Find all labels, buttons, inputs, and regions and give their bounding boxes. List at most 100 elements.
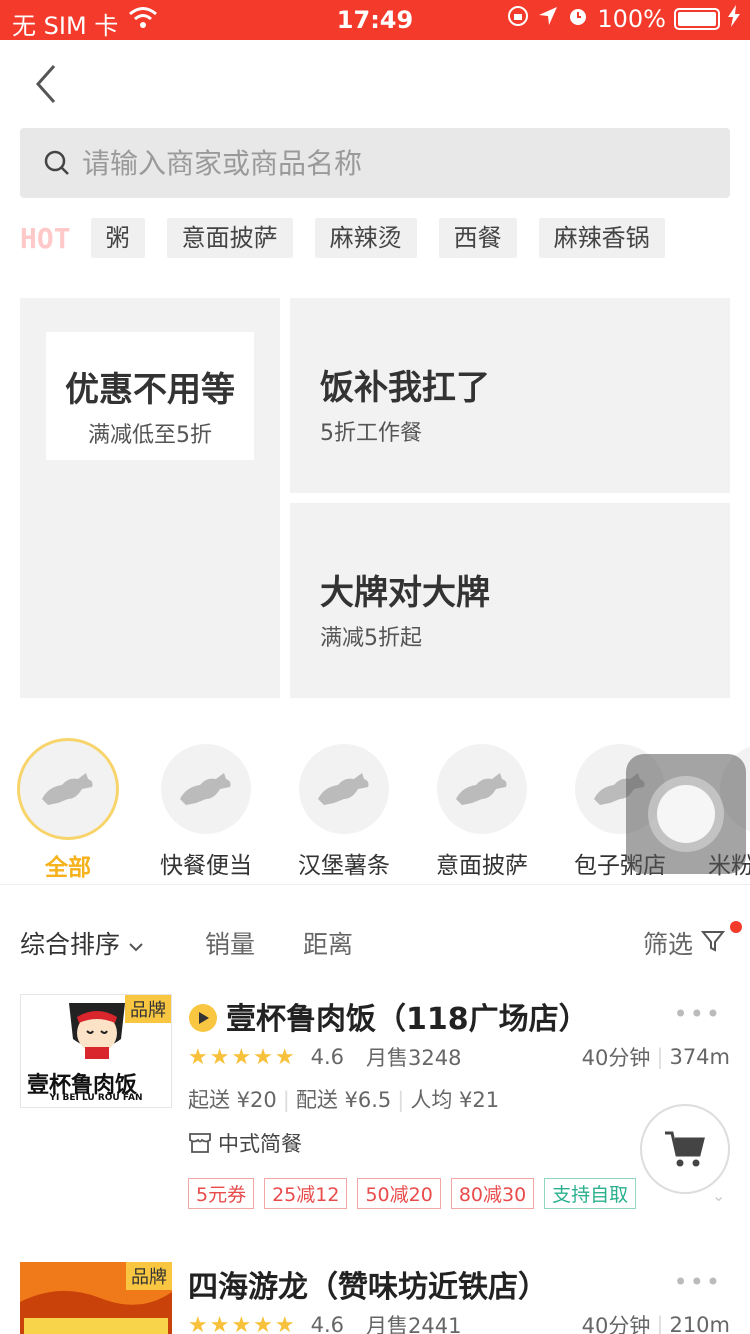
store-icon	[189, 1133, 211, 1153]
hot-tag[interactable]: 粥	[90, 218, 145, 258]
category-pasta-pizza[interactable]: 意面披萨	[422, 738, 542, 880]
kangaroo-icon	[299, 744, 389, 834]
kangaroo-icon	[437, 744, 527, 834]
chevron-down-icon	[129, 943, 143, 952]
battery-percent: 100%	[597, 5, 666, 33]
filter-icon	[700, 931, 726, 952]
distance: 374m	[669, 1045, 730, 1069]
star-rating-icon: ★★★★★	[188, 1312, 297, 1334]
search-input[interactable]	[82, 146, 682, 180]
hot-tag[interactable]: 意面披萨	[166, 218, 293, 258]
category-label: 快餐便当	[160, 853, 252, 879]
divider: |	[282, 1088, 290, 1112]
rating-value: 4.6	[310, 1045, 345, 1069]
shop-category: 中式简餐	[218, 1132, 302, 1156]
rating-value: 4.6	[310, 1313, 345, 1334]
promo-tag: 5元券	[188, 1178, 255, 1209]
rating-row: ★★★★★ 4.6 月售3248 40分钟 | 374m	[188, 1042, 730, 1072]
category-label: 全部	[45, 855, 91, 881]
kangaroo-icon	[161, 744, 251, 834]
more-icon[interactable]: •••	[674, 1000, 722, 1028]
shop-logo: 壹杯鲁肉饭 YI BEI LU ROU FAN 品牌	[20, 994, 172, 1108]
charging-icon	[728, 5, 740, 33]
expand-caret-icon[interactable]: ⌄	[712, 1186, 725, 1205]
rotation-lock-icon	[507, 5, 529, 33]
promo-title: 优惠不用等	[65, 370, 235, 410]
kangaroo-icon	[17, 738, 119, 840]
divider: |	[397, 1088, 405, 1112]
divider: |	[656, 1313, 664, 1334]
promo-tag: 25减12	[264, 1178, 348, 1209]
hot-tag[interactable]: 麻辣香锅	[538, 218, 665, 258]
divider: |	[656, 1045, 664, 1069]
back-button[interactable]	[30, 62, 70, 106]
hot-tag[interactable]: 麻辣烫	[314, 218, 417, 258]
monthly-sales: 月售2441	[366, 1314, 462, 1334]
shop-logo-subtext: YI BEI LU ROU FAN	[49, 1093, 143, 1103]
shop-card[interactable]: 壹杯鲁肉饭 YI BEI LU ROU FAN 品牌 壹杯鲁肉饭（118广场店）…	[0, 994, 750, 1214]
category-label: 意面披萨	[436, 853, 528, 879]
fee-row: 起送 ¥20 | 配送 ¥6.5 | 人均 ¥21	[188, 1084, 499, 1114]
promo-tag: 80减30	[450, 1178, 535, 1209]
category-label: 汉堡薯条	[298, 853, 390, 879]
shop-card[interactable]: 品牌 四海游龙（赞味坊近铁店） ••• ★★★★★ 4.6 月售2441 40分…	[0, 1262, 750, 1334]
assistive-touch-button[interactable]	[626, 754, 746, 874]
shop-name: 壹杯鲁肉饭（118广场店）	[226, 1002, 589, 1037]
promo-subtitle: 满减5折起	[320, 626, 422, 651]
battery-icon	[674, 8, 720, 30]
hot-search-row: HOT 粥 意面披萨 麻辣烫 西餐 麻辣香锅	[20, 218, 687, 258]
category-all[interactable]: 全部	[8, 738, 128, 884]
promo-tags: 5元券 25减12 50减20 80减30 支持自取	[188, 1178, 637, 1209]
distance: 210m	[669, 1313, 730, 1334]
promo-title: 大牌对大牌	[320, 573, 490, 613]
brand-badge: 品牌	[126, 1262, 172, 1290]
sort-bar: 综合排序 销量 距离 筛选	[0, 915, 750, 969]
play-icon	[189, 1004, 217, 1032]
promo-card-discount[interactable]: 优惠不用等 满减低至5折	[20, 298, 280, 698]
category-fast-food[interactable]: 快餐便当	[146, 738, 266, 880]
filter-button[interactable]: 筛选	[643, 925, 726, 961]
status-bar: 无 SIM 卡 17:49 100%	[0, 0, 750, 40]
promo-subtitle: 5折工作餐	[320, 421, 422, 446]
more-icon[interactable]: •••	[674, 1268, 722, 1296]
promo-title: 饭补我扛了	[320, 368, 490, 408]
delivery-fee: 配送 ¥6.5	[295, 1088, 392, 1112]
star-rating-icon: ★★★★★	[188, 1044, 297, 1070]
shop-category-row: 中式简餐	[188, 1128, 302, 1158]
shop-logo: 品牌	[20, 1262, 172, 1334]
sort-sales-button[interactable]: 销量	[205, 925, 255, 961]
hot-label: HOT	[20, 221, 71, 255]
category-burgers[interactable]: 汉堡薯条	[284, 738, 404, 880]
divider	[0, 884, 750, 885]
pickup-tag: 支持自取	[544, 1178, 637, 1209]
search-icon	[44, 150, 69, 175]
assistive-touch-dot	[657, 785, 715, 843]
monthly-sales: 月售3248	[366, 1046, 462, 1070]
delivery-time: 40分钟	[581, 1046, 651, 1070]
sort-default-button[interactable]: 综合排序	[20, 925, 144, 961]
min-order: 起送 ¥20	[188, 1088, 277, 1112]
promo-text-box: 优惠不用等 满减低至5折	[46, 332, 254, 460]
promo-card-meal-subsidy[interactable]: 饭补我扛了 5折工作餐	[290, 298, 730, 493]
filter-indicator-dot	[730, 921, 742, 933]
chevron-left-icon	[35, 65, 56, 103]
shop-name: 四海游龙（赞味坊近铁店）	[188, 1270, 548, 1305]
assistive-touch-ring	[648, 776, 724, 852]
promo-subtitle: 满减低至5折	[88, 423, 212, 448]
filter-label: 筛选	[643, 930, 694, 959]
hot-tag[interactable]: 西餐	[438, 218, 517, 258]
promo-card-big-brands[interactable]: 大牌对大牌 满减5折起	[290, 503, 730, 698]
promo-tag: 50减20	[357, 1178, 441, 1209]
avg-price: 人均 ¥21	[410, 1088, 500, 1112]
location-icon	[537, 5, 559, 33]
cart-icon	[665, 1131, 705, 1167]
alarm-icon	[567, 5, 589, 33]
sort-default-label: 综合排序	[20, 930, 121, 959]
sort-distance-button[interactable]: 距离	[303, 925, 353, 961]
rating-row: ★★★★★ 4.6 月售2441 40分钟 | 210m	[188, 1310, 730, 1334]
search-bar[interactable]	[20, 128, 730, 198]
brand-badge: 品牌	[125, 995, 171, 1023]
cart-button[interactable]	[640, 1104, 730, 1194]
delivery-time: 40分钟	[581, 1314, 651, 1334]
shop-name-row: 壹杯鲁肉饭（118广场店）	[188, 994, 589, 1038]
